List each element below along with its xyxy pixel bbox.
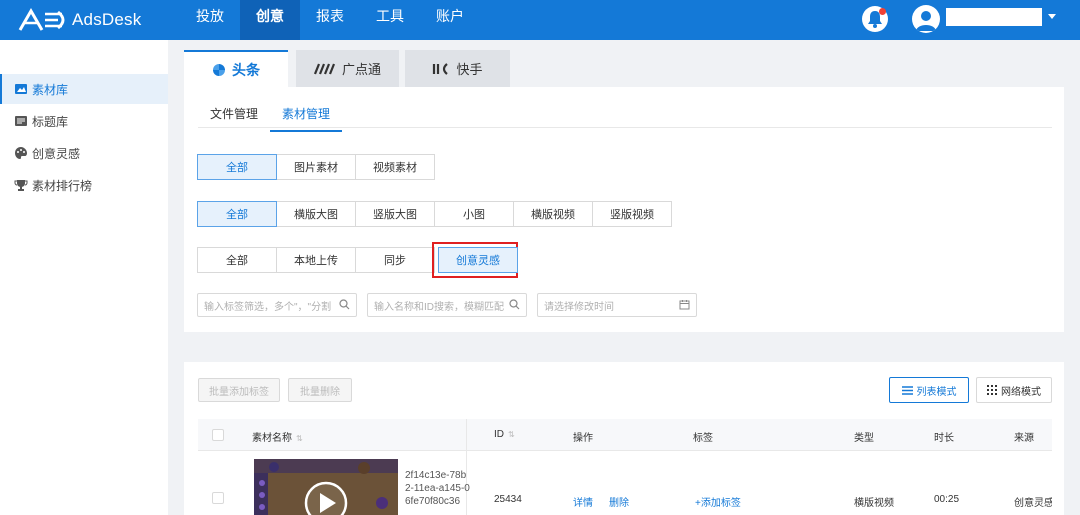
toutiao-icon — [212, 63, 226, 77]
date-filter-input[interactable]: 请选择修改时间 — [537, 293, 697, 317]
list-icon — [901, 385, 913, 395]
grid-mode-button[interactable]: 网络模式 — [976, 377, 1052, 403]
divider — [198, 127, 1052, 128]
folder-image-icon — [14, 82, 28, 96]
media-type-all[interactable]: 全部 — [197, 154, 277, 180]
source-local-upload[interactable]: 本地上传 — [276, 247, 356, 273]
top-bar: AdsDesk 投放 创意 报表 工具 账户 — [0, 0, 1080, 40]
main-nav: 投放 创意 报表 工具 账户 — [180, 0, 480, 40]
name-search-placeholder: 输入名称和ID搜索，模糊匹配 — [374, 301, 504, 313]
name-search-input[interactable]: 输入名称和ID搜索，模糊匹配 — [367, 293, 527, 317]
table-header: 素材名称 ⇅ ID ⇅ 操作 标签 类型 时长 来源 — [198, 419, 1052, 451]
app-name: AdsDesk — [72, 10, 142, 29]
user-avatar-icon[interactable] — [912, 5, 940, 33]
notification-dot — [879, 8, 886, 15]
format-portrait-image[interactable]: 竖版大图 — [355, 201, 435, 227]
palette-icon — [14, 146, 28, 160]
guangdiantong-icon — [313, 63, 336, 75]
sidebar-item-label: 创意灵感 — [32, 146, 81, 161]
material-source: 创意灵感 — [1014, 498, 1052, 509]
sidebar-item-material-ranking[interactable]: 素材排行榜 — [0, 170, 168, 200]
format-all[interactable]: 全部 — [197, 201, 277, 227]
search-icon[interactable] — [509, 299, 520, 313]
tag-filter-placeholder: 输入标签筛选，多个"，"分割 — [204, 301, 332, 313]
material-type: 横版视频 — [854, 498, 894, 509]
grid-icon — [987, 385, 997, 395]
material-list-panel: 批量添加标签 批量删除 列表模式 网络模式 素材名称 ⇅ ID ⇅ 操作 标签 类型… — [184, 362, 1064, 515]
row-checkbox[interactable] — [212, 492, 224, 504]
sidebar-item-creative-inspiration[interactable]: 创意灵感 — [0, 138, 168, 168]
tab-kuaishou[interactable]: 快手 — [405, 50, 510, 87]
format-portrait-video[interactable]: 竖版视频 — [592, 201, 672, 227]
sidebar: 素材库 标题库 创意灵感 素材排行榜 — [0, 40, 168, 515]
column-header-id[interactable]: ID ⇅ — [494, 429, 515, 440]
material-name: 2f14c13e-78b2-11ea-a145-06fe70f80c36 — [405, 470, 470, 507]
batch-add-tag-button[interactable]: 批量添加标签 — [198, 378, 280, 402]
nav-item-creative[interactable]: 创意 — [240, 0, 300, 40]
format-landscape-image[interactable]: 横版大图 — [276, 201, 356, 227]
sidebar-item-label: 素材排行榜 — [32, 178, 93, 193]
tab-toutiao[interactable]: 头条 — [184, 50, 288, 87]
material-duration: 00:25 — [934, 494, 960, 505]
search-icon[interactable] — [339, 299, 350, 313]
media-type-filter: 全部 图片素材 视频素材 — [197, 154, 435, 180]
nav-item-account[interactable]: 账户 — [420, 0, 480, 40]
nav-item-tools[interactable]: 工具 — [360, 0, 420, 40]
date-filter-placeholder: 请选择修改时间 — [544, 301, 614, 313]
column-header-name[interactable]: 素材名称 ⇅ — [252, 429, 303, 444]
material-id: 25434 — [494, 494, 522, 505]
source-sync[interactable]: 同步 — [355, 247, 435, 273]
tab-guangdiantong[interactable]: 广点通 — [296, 50, 399, 87]
column-header-duration: 时长 — [934, 433, 954, 444]
user-name-box[interactable] — [946, 8, 1042, 26]
kuaishou-icon — [432, 62, 450, 75]
batch-delete-button[interactable]: 批量删除 — [288, 378, 352, 402]
nav-item-delivery[interactable]: 投放 — [180, 0, 240, 40]
list-icon — [14, 114, 28, 128]
sidebar-item-title-library[interactable]: 标题库 — [0, 106, 168, 136]
format-small-image[interactable]: 小图 — [434, 201, 514, 227]
add-tag-link[interactable]: +添加标签 — [695, 494, 741, 509]
user-menu-caret-icon[interactable] — [1048, 14, 1056, 19]
tab-label: 快手 — [456, 62, 483, 77]
notification-bell-icon[interactable] — [862, 6, 888, 32]
calendar-icon[interactable] — [679, 299, 690, 313]
source-filter: 全部 本地上传 同步 创意灵感 — [197, 247, 518, 273]
format-landscape-video[interactable]: 横版视频 — [513, 201, 593, 227]
source-all[interactable]: 全部 — [197, 247, 277, 273]
app-logo[interactable]: AdsDesk — [18, 8, 141, 32]
media-type-image[interactable]: 图片素材 — [276, 154, 356, 180]
media-type-video[interactable]: 视频素材 — [355, 154, 435, 180]
detail-link[interactable]: 详情 — [573, 494, 593, 509]
source-creative-inspiration[interactable]: 创意灵感 — [438, 247, 518, 273]
video-thumbnail[interactable] — [254, 459, 398, 515]
select-all-checkbox[interactable] — [212, 429, 224, 441]
filter-panel: 文件管理 素材管理 全部 图片素材 视频素材 全部 横版大图 竖版大图 小图 横… — [184, 87, 1064, 332]
column-header-actions: 操作 — [573, 433, 593, 444]
sidebar-item-label: 标题库 — [32, 114, 69, 129]
grid-mode-label: 网络模式 — [1001, 386, 1041, 398]
column-header-source: 来源 — [1014, 433, 1034, 444]
column-header-tags: 标签 — [693, 433, 713, 444]
tag-filter-input[interactable]: 输入标签筛选，多个"，"分割 — [197, 293, 357, 317]
delete-link[interactable]: 删除 — [609, 494, 629, 509]
format-filter: 全部 横版大图 竖版大图 小图 横版视频 竖版视频 — [197, 201, 672, 227]
tab-label: 头条 — [232, 61, 260, 78]
list-mode-button[interactable]: 列表模式 — [889, 377, 969, 403]
column-header-type: 类型 — [854, 433, 874, 444]
adsdesk-logo-icon — [18, 8, 70, 32]
nav-item-report[interactable]: 报表 — [300, 0, 360, 40]
sidebar-item-material-library[interactable]: 素材库 — [0, 74, 168, 104]
trophy-icon — [14, 178, 28, 192]
list-mode-label: 列表模式 — [916, 386, 957, 398]
tab-label: 广点通 — [341, 62, 381, 77]
sort-icon[interactable]: ⇅ — [296, 434, 303, 443]
sidebar-item-label: 素材库 — [32, 82, 69, 97]
sort-icon[interactable]: ⇅ — [508, 430, 515, 439]
